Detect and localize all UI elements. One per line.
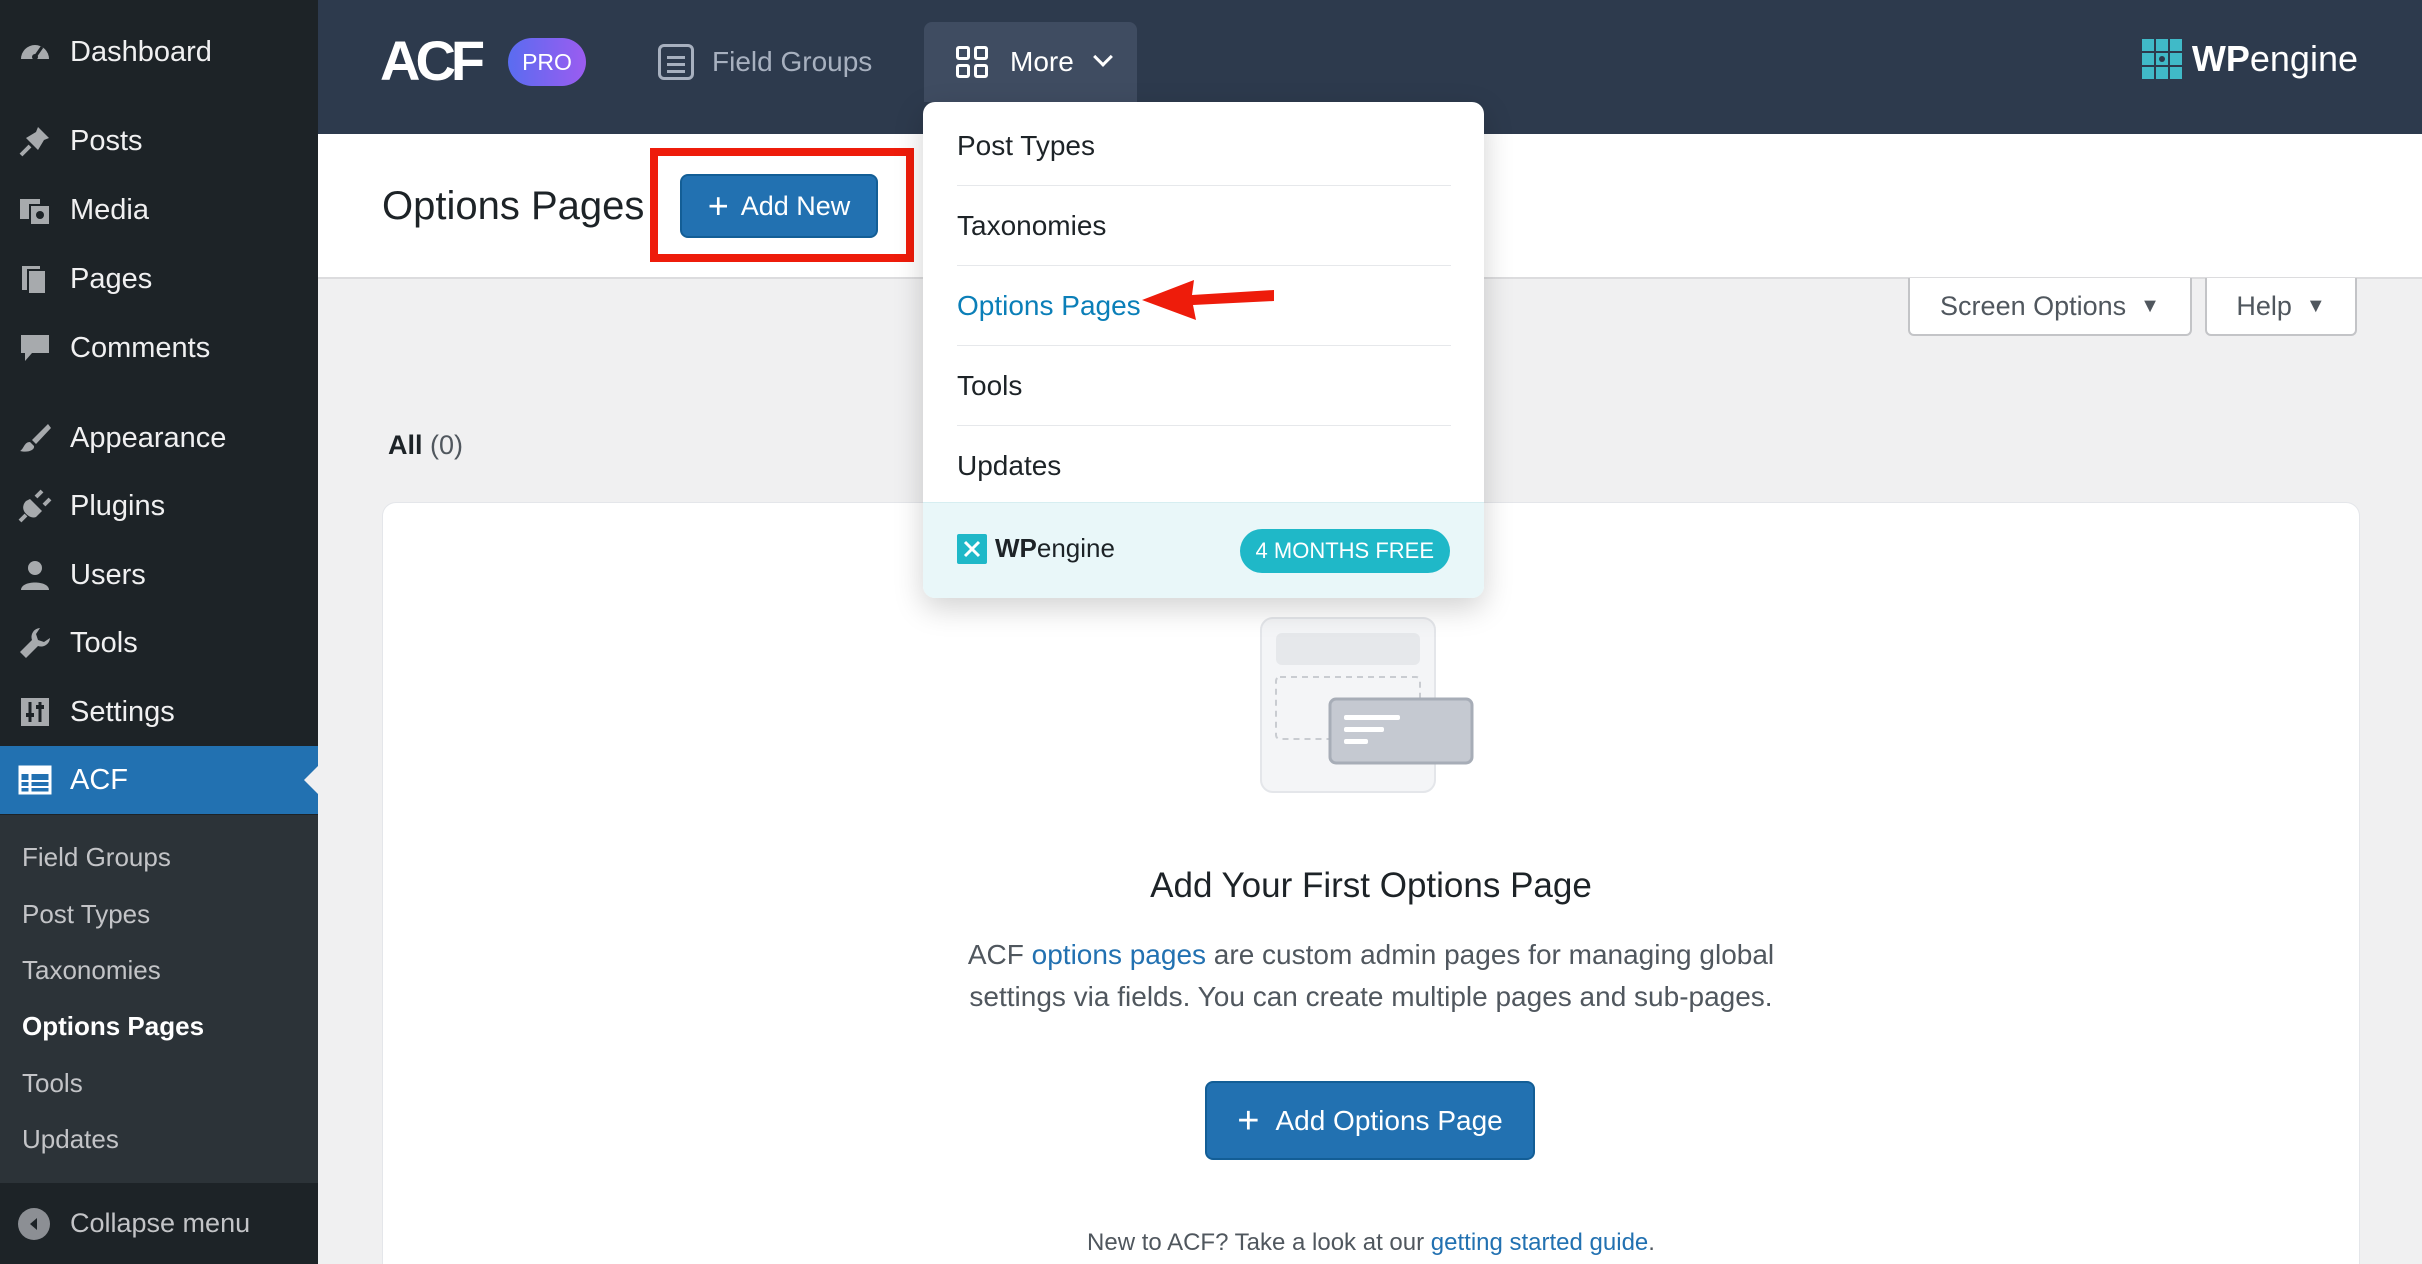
filter-label: All bbox=[388, 430, 423, 460]
svg-text:ACF: ACF bbox=[380, 32, 484, 88]
more-menu-post-types[interactable]: Post Types bbox=[957, 106, 1451, 186]
wpengine-footer-logo: WPengine bbox=[957, 533, 1115, 564]
sidebar-item-appearance[interactable]: Appearance bbox=[0, 404, 318, 472]
screen-options-label: Screen Options bbox=[1940, 290, 2127, 321]
sidebar-item-label: ACF bbox=[70, 763, 128, 796]
getting-started-link[interactable]: getting started guide bbox=[1431, 1229, 1649, 1256]
nav-more-button[interactable]: More bbox=[924, 22, 1137, 102]
sliders-icon bbox=[16, 693, 54, 731]
submenu-item-options-pages[interactable]: Options Pages bbox=[22, 1011, 204, 1042]
sidebar-item-tools[interactable]: Tools bbox=[0, 609, 318, 677]
empty-state-description: ACF options pages are custom admin pages… bbox=[382, 934, 2360, 1018]
wpengine-footer-bold: WP bbox=[995, 533, 1037, 563]
caret-down-icon: ▼ bbox=[2305, 294, 2326, 317]
sidebar-item-label: Dashboard bbox=[70, 35, 212, 68]
admin-sidebar: Dashboard Posts Media Pages Comments App… bbox=[0, 0, 318, 1264]
help-label: Help bbox=[2236, 290, 2292, 321]
comment-icon bbox=[16, 329, 54, 367]
annotation-arrow-icon bbox=[1142, 280, 1274, 320]
options-pages-link[interactable]: options pages bbox=[1032, 939, 1206, 970]
chevron-down-icon bbox=[1093, 47, 1113, 67]
wpengine-footer-light: engine bbox=[1036, 533, 1115, 563]
sidebar-item-settings[interactable]: Settings bbox=[0, 678, 318, 746]
wpengine-logo-light: engine bbox=[2249, 38, 2358, 79]
dashboard-icon bbox=[16, 33, 54, 71]
desc-line2: settings via fields. You can create mult… bbox=[969, 981, 1773, 1012]
more-dropdown-menu: Post Types Taxonomies Options Pages Tool… bbox=[923, 102, 1484, 598]
submenu-item-taxonomies[interactable]: Taxonomies bbox=[22, 955, 161, 986]
getting-started-note: New to ACF? Take a look at our getting s… bbox=[382, 1229, 2360, 1257]
collapse-menu-label: Collapse menu bbox=[70, 1208, 251, 1238]
sidebar-item-comments[interactable]: Comments bbox=[0, 314, 318, 382]
sidebar-item-label: Appearance bbox=[70, 421, 227, 454]
submenu-item-field-groups[interactable]: Field Groups bbox=[22, 842, 171, 873]
more-menu-updates[interactable]: Updates bbox=[957, 426, 1451, 506]
sidebar-item-label: Pages bbox=[70, 262, 153, 295]
guide-suffix: . bbox=[1648, 1229, 1655, 1256]
sidebar-item-acf[interactable]: ACF bbox=[0, 746, 318, 814]
acf-submenu: Field Groups Post Types Taxonomies Optio… bbox=[0, 815, 318, 1183]
nav-field-groups[interactable]: Field Groups bbox=[658, 36, 872, 88]
sidebar-item-dashboard[interactable]: Dashboard bbox=[0, 18, 318, 86]
submenu-item-updates[interactable]: Updates bbox=[22, 1124, 119, 1155]
sidebar-item-label: Posts bbox=[70, 124, 143, 157]
add-options-page-label: Add Options Page bbox=[1275, 1104, 1503, 1136]
nav-more-label: More bbox=[1010, 46, 1074, 77]
wpengine-mark-icon bbox=[2141, 39, 2182, 79]
guide-prefix: New to ACF? Take a look at our bbox=[1087, 1229, 1425, 1256]
more-menu-promo-footer[interactable]: WPengine 4 MONTHS FREE bbox=[923, 502, 1484, 598]
caret-down-icon: ▼ bbox=[2140, 294, 2160, 317]
help-button[interactable]: Help ▼ bbox=[2205, 278, 2357, 336]
page-title: Options Pages bbox=[382, 184, 645, 228]
more-menu-taxonomies[interactable]: Taxonomies bbox=[957, 186, 1451, 266]
screen-options-button[interactable]: Screen Options ▼ bbox=[1908, 278, 2192, 336]
more-menu-tools[interactable]: Tools bbox=[957, 346, 1451, 426]
annotation-highlight-box bbox=[650, 148, 914, 262]
sidebar-item-label: Settings bbox=[70, 695, 175, 728]
promo-badge[interactable]: 4 MONTHS FREE bbox=[1239, 529, 1450, 573]
pro-badge: PRO bbox=[508, 38, 586, 86]
status-filter-all[interactable]: All (0) bbox=[388, 430, 463, 461]
list-icon bbox=[658, 44, 694, 80]
desc-line1-suffix: are custom admin pages for managing glob… bbox=[1213, 939, 1775, 970]
sidebar-item-label: Media bbox=[70, 193, 149, 226]
submenu-item-post-types[interactable]: Post Types bbox=[22, 899, 150, 930]
sidebar-item-label: Comments bbox=[70, 331, 211, 364]
plug-icon bbox=[16, 487, 54, 525]
grid-icon bbox=[956, 46, 990, 80]
nav-field-groups-label: Field Groups bbox=[712, 46, 873, 77]
sidebar-item-label: Plugins bbox=[70, 489, 166, 522]
wpengine-logo[interactable]: WPengine bbox=[2141, 38, 2358, 80]
acf-logo[interactable]: ACF bbox=[380, 29, 490, 93]
table-icon bbox=[16, 761, 54, 799]
add-options-page-button[interactable]: + Add Options Page bbox=[1205, 1081, 1535, 1160]
sidebar-item-label: Users bbox=[70, 558, 146, 591]
plus-icon: + bbox=[1237, 1099, 1260, 1142]
wrench-icon bbox=[16, 624, 54, 662]
user-icon bbox=[16, 556, 54, 594]
desc-prefix: ACF bbox=[967, 939, 1024, 970]
wpengine-mark-icon bbox=[957, 533, 987, 564]
pages-icon bbox=[16, 260, 54, 298]
brush-icon bbox=[16, 419, 54, 457]
sidebar-item-label: Tools bbox=[70, 626, 138, 659]
sidebar-item-media[interactable]: Media bbox=[0, 176, 318, 244]
sidebar-item-users[interactable]: Users bbox=[0, 541, 318, 609]
sidebar-item-pages[interactable]: Pages bbox=[0, 245, 318, 313]
pin-icon bbox=[16, 122, 54, 160]
empty-state-title: Add Your First Options Page bbox=[1150, 866, 1592, 905]
media-icon bbox=[16, 191, 54, 229]
sidebar-item-posts[interactable]: Posts bbox=[0, 107, 318, 175]
filter-count: (0) bbox=[430, 430, 464, 460]
collapse-arrow-icon bbox=[18, 1207, 50, 1240]
collapse-menu-button[interactable]: Collapse menu bbox=[0, 1183, 318, 1264]
submenu-item-tools[interactable]: Tools bbox=[22, 1068, 83, 1099]
sidebar-item-plugins[interactable]: Plugins bbox=[0, 472, 318, 540]
wpengine-logo-bold: WP bbox=[2191, 38, 2250, 79]
options-page-illustration bbox=[1260, 617, 1474, 797]
